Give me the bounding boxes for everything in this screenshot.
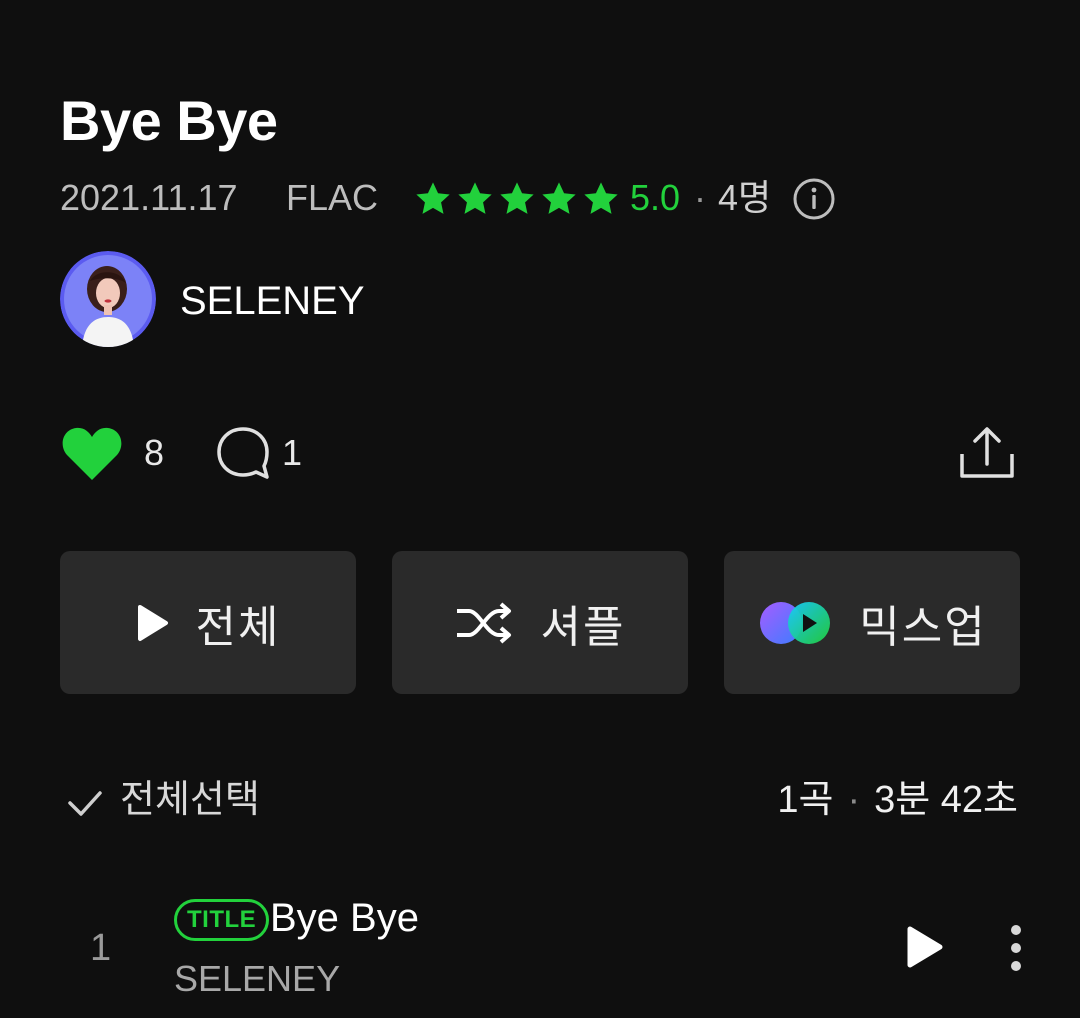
shuffle-label: 셔플 [540, 602, 626, 652]
comment-icon[interactable] [214, 424, 272, 482]
mixup-label: 믹스업 [859, 602, 987, 652]
rating-value: 5.0 [630, 177, 681, 218]
artist-name[interactable]: SELENEY [180, 278, 365, 324]
play-all-label: 전체 [195, 602, 281, 652]
total-duration: 3분 42초 [874, 779, 1018, 821]
track-number: 1 [90, 927, 112, 969]
play-icon [137, 604, 168, 641]
star-icon [458, 182, 492, 214]
share-icon[interactable] [958, 424, 1016, 482]
star-icon [416, 182, 450, 214]
track-title[interactable]: Bye Bye [270, 895, 419, 941]
track-summary: 1곡 · 3분 42초 [777, 778, 1018, 822]
star-icon [500, 182, 534, 214]
release-date: 2021.11.17 [60, 177, 238, 218]
star-icon [542, 182, 576, 214]
like-count: 8 [144, 432, 165, 473]
mixup-icon [760, 601, 831, 644]
rater-count: 4명 [718, 177, 772, 218]
artist-avatar[interactable] [60, 251, 156, 347]
star-icon [584, 182, 618, 214]
play-all-button[interactable]: 전체 [60, 551, 356, 694]
play-icon[interactable] [902, 924, 946, 970]
select-all-label[interactable]: 전체선택 [120, 778, 260, 822]
album-title: Bye Bye [60, 89, 278, 152]
track-count: 1곡 [777, 779, 834, 821]
mixup-button[interactable]: 믹스업 [724, 551, 1020, 694]
track-artist[interactable]: SELENEY [174, 958, 340, 1000]
comment-count: 1 [282, 432, 303, 473]
audio-format: FLAC [286, 177, 379, 218]
info-icon[interactable] [792, 177, 836, 221]
shuffle-button[interactable]: 셔플 [392, 551, 688, 694]
heart-icon[interactable] [60, 424, 124, 482]
rating-stars[interactable] [412, 178, 622, 220]
rating-separator: · [694, 177, 706, 218]
check-icon[interactable] [66, 784, 104, 822]
artist-photo [60, 251, 156, 347]
more-icon[interactable] [1006, 922, 1026, 974]
title-track-badge: TITLE [174, 899, 270, 941]
summary-separator: · [847, 779, 861, 821]
shuffle-icon [456, 601, 511, 644]
